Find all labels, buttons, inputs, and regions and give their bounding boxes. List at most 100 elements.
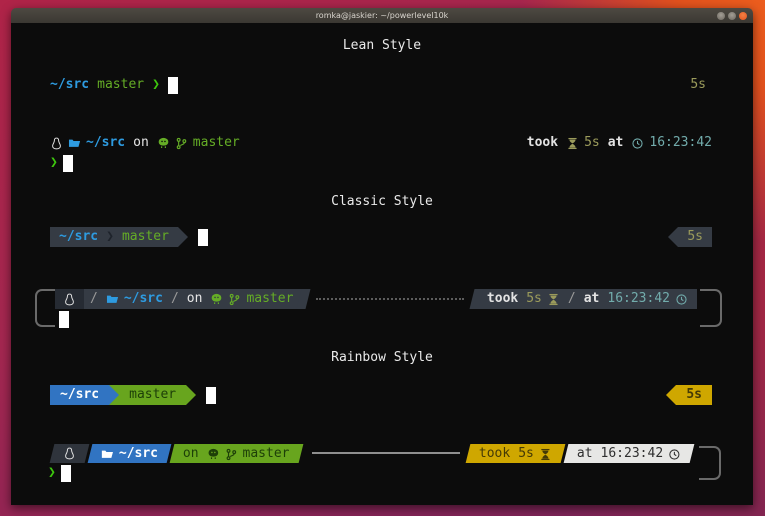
rainbow2-duration: 5s — [518, 443, 534, 463]
lean2-duration: 5s — [584, 133, 600, 153]
classic2-block-cursor — [59, 311, 69, 328]
gap-line-connector — [312, 452, 460, 454]
classic2-took-label: took — [487, 289, 518, 309]
maximize-button[interactable] — [728, 12, 736, 20]
rainbow-style-heading: Rainbow Style — [11, 348, 753, 368]
rainbow1-duration: 5s — [686, 385, 702, 405]
hourglass-icon — [547, 293, 560, 306]
hourglass-icon — [539, 447, 552, 460]
rainbow1-directory: ~/src — [60, 385, 99, 405]
classic1-left-segment: ~/src ❯ master — [50, 227, 178, 247]
clock-icon — [668, 447, 681, 460]
lean1-prompt-caret: ❯ — [152, 75, 160, 95]
minimize-button[interactable] — [717, 12, 725, 20]
rainbow-prompt-2-line1: ~/src on master took 5s at 16:23:42 — [52, 443, 695, 463]
classic2-git-branch: master — [246, 289, 293, 309]
lean2-block-cursor — [63, 155, 73, 172]
close-button[interactable] — [739, 12, 747, 20]
rainbow2-os-segment — [50, 444, 90, 463]
os-tux-icon — [63, 293, 76, 306]
rainbow-prompt-2-line2: ❯ — [48, 463, 712, 483]
classic2-os-cell — [55, 289, 84, 309]
rainbow1-branch-segment: master — [119, 385, 186, 405]
lean2-took-label: took — [527, 133, 558, 153]
rainbow2-took-label: took — [479, 443, 510, 463]
lean-prompt-1: ~/src master ❯ 5s — [50, 75, 712, 95]
folder-icon — [101, 447, 114, 460]
github-octocat-icon — [210, 293, 223, 306]
powerline-arrow-icon — [178, 227, 188, 247]
classic1-duration-segment: 5s — [678, 227, 712, 247]
gap-dotted-connector — [316, 298, 464, 300]
git-branch-icon — [175, 137, 188, 150]
classic-style-heading: Classic Style — [11, 192, 753, 212]
lean1-duration: 5s — [690, 75, 706, 95]
powerline-arrow-icon — [666, 385, 676, 405]
classic2-on-label: on — [187, 289, 203, 309]
rainbow1-block-cursor — [206, 387, 216, 404]
rainbow2-directory: ~/src — [119, 443, 158, 463]
classic2-time: 16:23:42 — [607, 289, 670, 309]
lean1-directory: ~/src — [50, 75, 89, 95]
classic1-directory: ~/src — [59, 227, 98, 247]
classic2-directory: ~/src — [124, 289, 163, 309]
segment-separator: / — [171, 289, 179, 309]
rainbow2-on-label: on — [183, 443, 199, 463]
classic2-right-segment: took 5s / at 16:23:42 — [478, 289, 697, 309]
rainbow2-at-label: at — [577, 443, 593, 463]
os-tux-icon — [50, 137, 63, 150]
classic-prompt-2-line1: / ~/src / on master took 5s / a — [55, 289, 697, 309]
window-title: romka@jaskier: ~/powerlevel10k — [316, 8, 449, 23]
prompt-frame-left-bracket — [35, 289, 55, 327]
window-controls — [717, 12, 747, 20]
lean2-prompt-caret: ❯ — [50, 153, 58, 173]
lean1-git-branch: master — [97, 75, 144, 95]
powerline-arrow-icon — [668, 227, 678, 247]
rainbow-prompt-1: ~/src master 5s — [50, 385, 712, 405]
lean1-block-cursor — [168, 77, 178, 94]
folder-icon — [68, 137, 81, 150]
rainbow2-time-segment: at 16:23:42 — [563, 444, 694, 463]
lean2-time: 16:23:42 — [649, 133, 712, 153]
rainbow2-duration-segment: took 5s — [465, 444, 565, 463]
rainbow2-block-cursor — [61, 465, 71, 482]
powerline-arrow-icon — [186, 385, 196, 405]
classic-prompt-2-line2 — [59, 309, 712, 329]
clock-icon — [675, 293, 688, 306]
rainbow2-time: 16:23:42 — [600, 443, 663, 463]
os-tux-icon — [63, 447, 76, 460]
lean2-on-label: on — [133, 133, 149, 153]
classic1-angle-separator: ❯ — [106, 227, 114, 247]
git-branch-icon — [228, 293, 241, 306]
classic-prompt-1: ~/src ❯ master 5s — [50, 227, 712, 247]
lean2-at-label: at — [608, 133, 624, 153]
classic2-duration: 5s — [526, 289, 542, 309]
lean-style-heading: Lean Style — [11, 36, 753, 56]
classic2-left-segment: / ~/src / on master — [55, 289, 302, 309]
github-octocat-icon — [207, 447, 220, 460]
rainbow2-git-branch: master — [243, 443, 290, 463]
rainbow1-directory-segment: ~/src — [50, 385, 109, 405]
rainbow2-directory-segment: ~/src — [88, 444, 172, 463]
classic1-duration: 5s — [687, 227, 703, 247]
lean2-directory: ~/src — [86, 133, 125, 153]
rainbow2-prompt-caret: ❯ — [48, 463, 56, 483]
hourglass-icon — [566, 137, 579, 150]
lean-prompt-2-line1: ~/src on master took 5s at 16:23:42 — [50, 133, 712, 153]
segment-separator: / — [568, 289, 576, 309]
clock-icon — [631, 137, 644, 150]
desktop-wallpaper: romka@jaskier: ~/powerlevel10k Lean Styl… — [0, 0, 765, 516]
classic1-block-cursor — [198, 229, 208, 246]
rainbow2-git-segment: on master — [170, 444, 303, 463]
powerline-arrow-icon — [109, 385, 119, 405]
segment-separator: / — [90, 289, 98, 309]
terminal-screen[interactable]: Lean Style ~/src master ❯ 5s ~/src on ma… — [11, 23, 753, 505]
lean2-git-branch: master — [193, 133, 240, 153]
folder-icon — [106, 293, 119, 306]
lean-prompt-2-line2: ❯ — [50, 153, 712, 173]
rainbow1-duration-segment: 5s — [676, 385, 712, 405]
classic1-git-branch: master — [122, 227, 169, 247]
rainbow1-git-branch: master — [129, 385, 176, 405]
github-octocat-icon — [157, 137, 170, 150]
window-titlebar[interactable]: romka@jaskier: ~/powerlevel10k — [11, 8, 753, 23]
